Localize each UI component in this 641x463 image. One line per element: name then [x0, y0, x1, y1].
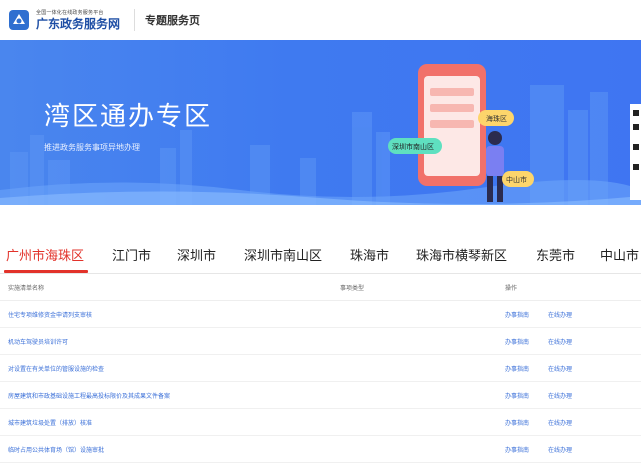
service-table: 实施清单名称 事项类型 操作 住宅专项维修资金申请列支审核 办事指南 在线办理 …: [0, 274, 641, 463]
guide-link[interactable]: 办事指南: [505, 445, 529, 454]
table-row: 对设置在有关单位的管服设施的检查 办事指南 在线办理: [0, 355, 641, 382]
guide-link[interactable]: 办事指南: [505, 391, 529, 400]
table-row: 城市建筑垃圾处置（排放）核准 办事指南 在线办理: [0, 409, 641, 436]
tab-dongguan[interactable]: 东莞市: [536, 245, 575, 264]
col-name-header: 实施清单名称: [8, 285, 45, 292]
header-divider: [134, 9, 136, 31]
banner-subtitle: 推进政务服务事项异地办理: [44, 143, 140, 152]
logo-subtitle: 全国一体化在线政务服务平台: [36, 9, 104, 16]
region-tabs: 广州市海珠区 江门市 深圳市 深圳市南山区 珠海市 珠海市横琴新区 东莞市 中山…: [0, 241, 641, 274]
col-action-header: 操作: [505, 285, 518, 292]
site-header: 全国一体化在线政务服务平台 广东政务服务网 专题服务页: [0, 0, 641, 40]
logo-icon: [9, 10, 29, 30]
banner: 海珠区 深圳市南山区 中山市 湾区通办专区 推进政务服务事项异地办理: [0, 40, 641, 205]
bubble-nanshan: 深圳市南山区: [392, 143, 434, 151]
bubble-haizhu: 海珠区: [486, 115, 507, 123]
guide-link[interactable]: 办事指南: [505, 310, 529, 319]
tab-jiangmen[interactable]: 江门市: [112, 245, 151, 264]
tab-zhuhai[interactable]: 珠海市: [350, 245, 389, 264]
tab-guangzhou-haizhu[interactable]: 广州市海珠区: [6, 245, 84, 264]
active-tab-indicator: [4, 270, 88, 273]
site-logo[interactable]: 全国一体化在线政务服务平台 广东政务服务网: [8, 9, 120, 31]
table-row: 房屋建筑和市政基础设施工程最高投标限价及其成果文件备案 办事指南 在线办理: [0, 382, 641, 409]
online-apply-link[interactable]: 在线办理: [548, 310, 572, 319]
table-row: 住宅专项维修资金申请列支审核 办事指南 在线办理: [0, 301, 641, 328]
service-name-link[interactable]: 临时占用公共体育场（馆）设施审批: [8, 445, 104, 454]
guide-link[interactable]: 办事指南: [505, 337, 529, 346]
table-row: 临时占用公共体育场（馆）设施审批 办事指南 在线办理: [0, 436, 641, 463]
logo-title: 广东政务服务网: [36, 16, 121, 31]
service-name-link[interactable]: 城市建筑垃圾处置（排放）核准: [8, 418, 92, 427]
bubble-zhongshan: 中山市: [506, 176, 527, 184]
service-name-link[interactable]: 对设置在有关单位的管服设施的检查: [8, 364, 104, 373]
online-apply-link[interactable]: 在线办理: [548, 391, 572, 400]
tab-shenzhen[interactable]: 深圳市: [177, 245, 216, 264]
service-name-link[interactable]: 机动车驾驶员培训许可: [8, 337, 68, 346]
online-apply-link[interactable]: 在线办理: [548, 418, 572, 427]
online-apply-link[interactable]: 在线办理: [548, 364, 572, 373]
service-name-link[interactable]: 住宅专项维修资金申请列支审核: [8, 310, 92, 319]
tab-zhongshan[interactable]: 中山市: [600, 245, 639, 264]
online-apply-link[interactable]: 在线办理: [548, 445, 572, 454]
tab-zhuhai-hengqin[interactable]: 珠海市横琴新区: [416, 245, 507, 264]
online-apply-link[interactable]: 在线办理: [548, 337, 572, 346]
guide-link[interactable]: 办事指南: [505, 418, 529, 427]
tab-shenzhen-nanshan[interactable]: 深圳市南山区: [244, 245, 322, 264]
page-title: 专题服务页: [145, 14, 201, 27]
guide-link[interactable]: 办事指南: [505, 364, 529, 373]
table-row: 机动车驾驶员培训许可 办事指南 在线办理: [0, 328, 641, 355]
banner-title: 湾区通办专区: [44, 102, 213, 132]
service-name-link[interactable]: 房屋建筑和市政基础设施工程最高投标限价及其成果文件备案: [8, 391, 170, 400]
col-type-header: 事项类型: [340, 285, 365, 292]
table-header: 实施清单名称 事项类型 操作: [0, 274, 641, 301]
